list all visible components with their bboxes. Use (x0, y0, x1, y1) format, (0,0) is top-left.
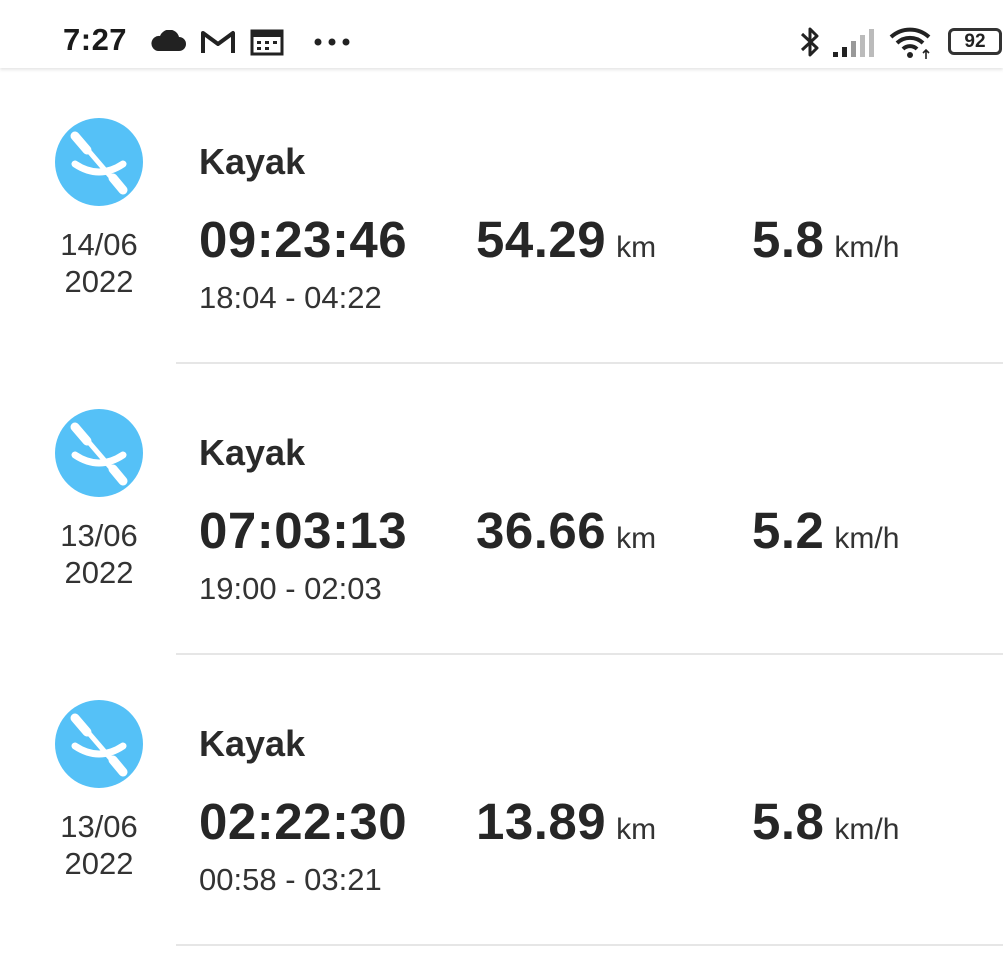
speed-value: 5.8 (752, 793, 825, 850)
activity-duration: 09:23:46 (199, 210, 407, 269)
speed-unit: km/h (834, 231, 900, 264)
battery-level: 92 (964, 31, 986, 52)
bluetooth-icon (800, 27, 819, 57)
activity-row[interactable]: 13/06 2022 Kayak 02:22:30 13.89 km 5.8 km/… (0, 655, 1003, 946)
activity-sport: Kayak (199, 723, 306, 764)
wifi-icon (889, 27, 931, 59)
activity-speed: 5.8 km/h (752, 210, 899, 269)
speed-unit: km/h (834, 522, 900, 555)
status-time: 7:27 (63, 22, 128, 57)
activity-date-year: 2022 (64, 555, 134, 590)
activity-date-year: 2022 (64, 264, 134, 299)
distance-value: 54.29 (476, 211, 607, 268)
divider (176, 944, 1003, 946)
activity-distance: 36.66 km (476, 501, 656, 560)
activity-duration: 02:22:30 (199, 792, 407, 851)
activity-date: 14/06 2022 (47, 226, 151, 300)
activity-time-range: 18:04 - 04:22 (199, 280, 382, 315)
status-bar: 7:27 92 (0, 0, 1003, 68)
activity-distance: 54.29 km (476, 210, 656, 269)
distance-unit: km (616, 522, 657, 555)
cloud-icon (151, 30, 186, 51)
speed-value: 5.8 (752, 211, 825, 268)
speed-unit: km/h (834, 813, 900, 846)
battery-icon: 92 (948, 28, 1002, 55)
activity-time-range: 00:58 - 03:21 (199, 862, 382, 897)
kayak-icon (55, 118, 143, 206)
activity-date-year: 2022 (64, 846, 134, 881)
distance-unit: km (616, 231, 657, 264)
more-dots-icon (314, 38, 350, 46)
distance-value: 36.66 (476, 502, 607, 559)
activity-date-day: 14/06 (60, 227, 138, 262)
activity-row[interactable]: 14/06 2022 Kayak 09:23:46 54.29 km 5.8 km/… (0, 73, 1003, 364)
kayak-icon (55, 409, 143, 497)
duration-value: 07:03:13 (199, 502, 408, 559)
duration-value: 09:23:46 (199, 211, 408, 268)
activity-date: 13/06 2022 (47, 808, 151, 882)
activity-date: 13/06 2022 (47, 517, 151, 591)
activity-date-day: 13/06 (60, 809, 138, 844)
activity-time-range: 19:00 - 02:03 (199, 571, 382, 606)
signal-icon (833, 29, 874, 57)
activity-speed: 5.8 km/h (752, 792, 899, 851)
duration-value: 02:22:30 (199, 793, 408, 850)
distance-value: 13.89 (476, 793, 607, 850)
kayak-icon (55, 700, 143, 788)
activity-speed: 5.2 km/h (752, 501, 899, 560)
distance-unit: km (616, 813, 657, 846)
activity-sport: Kayak (199, 141, 306, 182)
calendar-icon (250, 29, 284, 56)
activity-duration: 07:03:13 (199, 501, 407, 560)
activity-sport: Kayak (199, 432, 306, 473)
speed-value: 5.2 (752, 502, 825, 559)
activity-row[interactable]: 13/06 2022 Kayak 07:03:13 36.66 km 5.2 km/… (0, 364, 1003, 655)
activity-date-day: 13/06 (60, 518, 138, 553)
activity-distance: 13.89 km (476, 792, 656, 851)
gmail-icon (201, 31, 235, 53)
